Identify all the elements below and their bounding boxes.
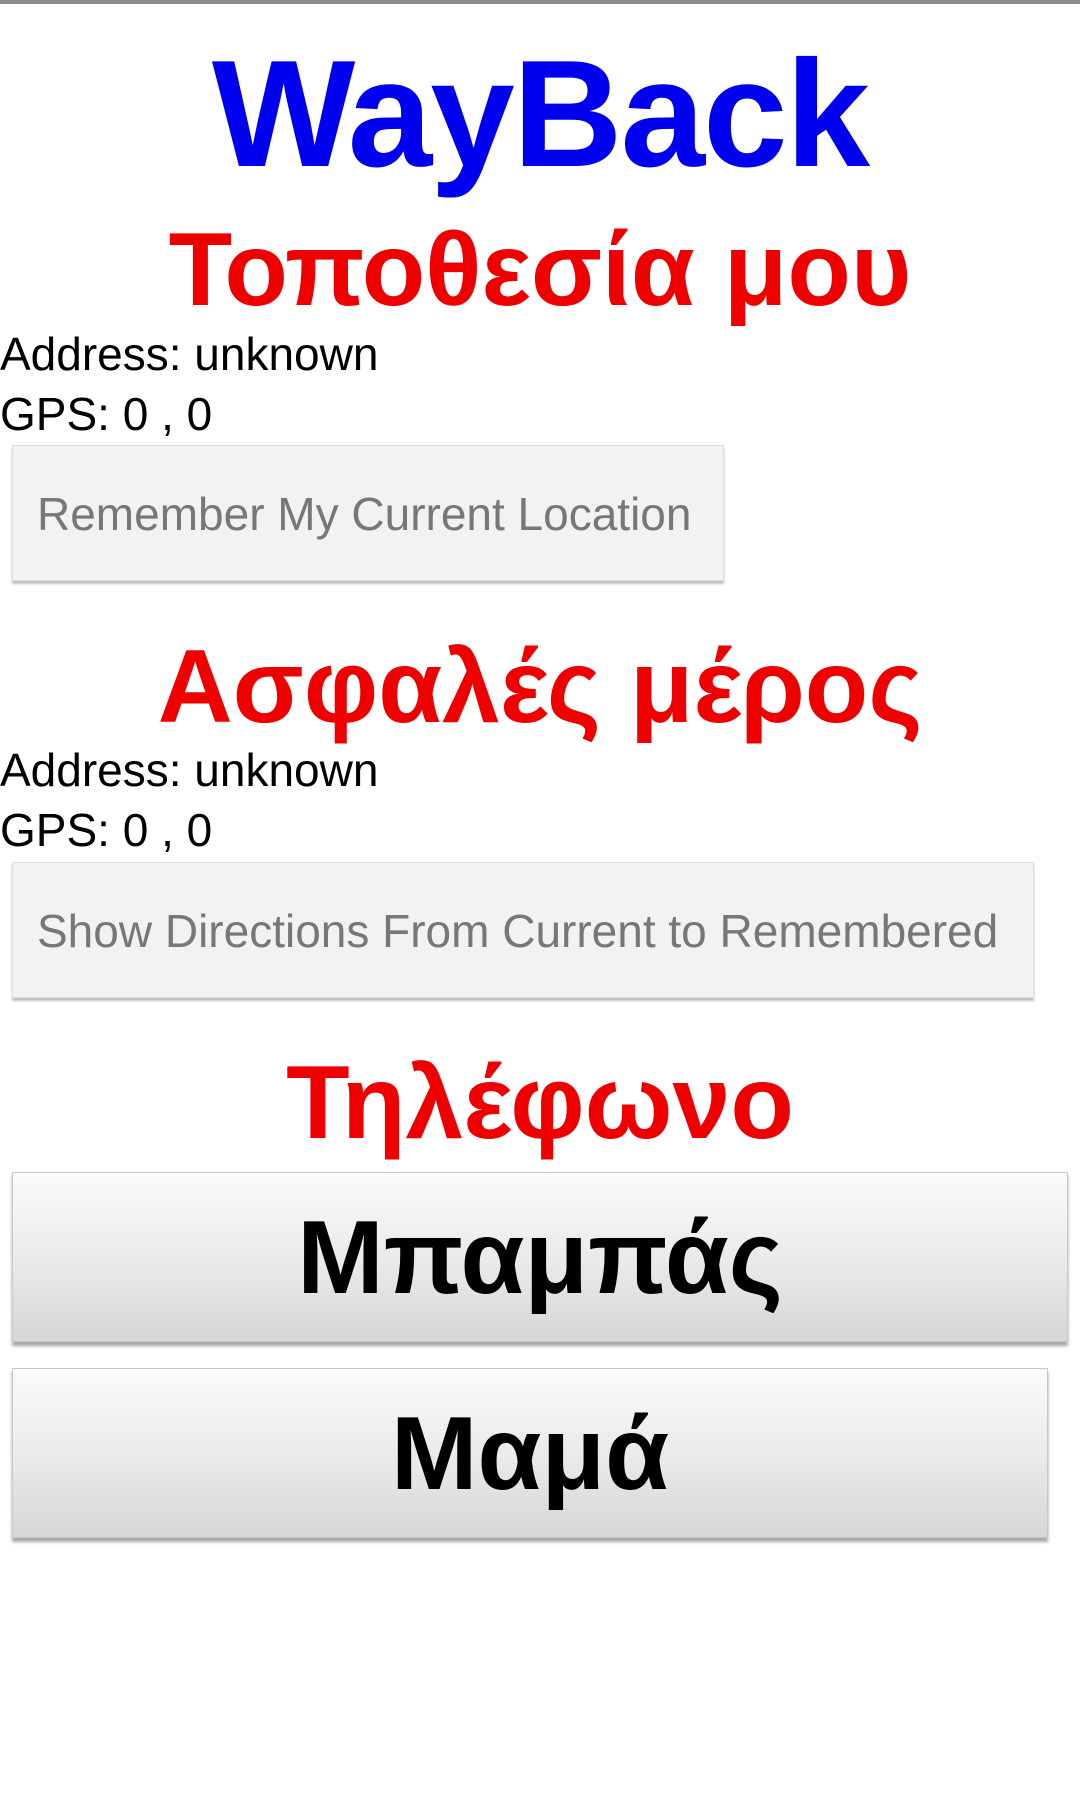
app-title: WayBack: [211, 29, 870, 199]
call-mom-button[interactable]: Μαμά: [12, 1368, 1048, 1538]
safe-place-gps: GPS: 0 , 0: [0, 804, 213, 856]
phone-heading: Τηλέφωνο: [286, 1045, 794, 1161]
safe-place-address: Address: unknown: [0, 744, 379, 796]
my-location-gps: GPS: 0 , 0: [0, 388, 213, 440]
show-directions-button[interactable]: Show Directions From Current to Remember…: [12, 862, 1034, 998]
my-location-heading: Τοποθεσία μου: [168, 212, 912, 328]
call-dad-button[interactable]: Μπαμπάς: [12, 1172, 1068, 1342]
safe-place-heading: Ασφαλές μέρος: [157, 629, 923, 745]
remember-location-button[interactable]: Remember My Current Location: [12, 445, 724, 581]
app-screen: WayBack Τοποθεσία μου Address: unknown G…: [0, 0, 1080, 1795]
top-divider: [0, 0, 1080, 4]
my-location-address: Address: unknown: [0, 328, 379, 380]
